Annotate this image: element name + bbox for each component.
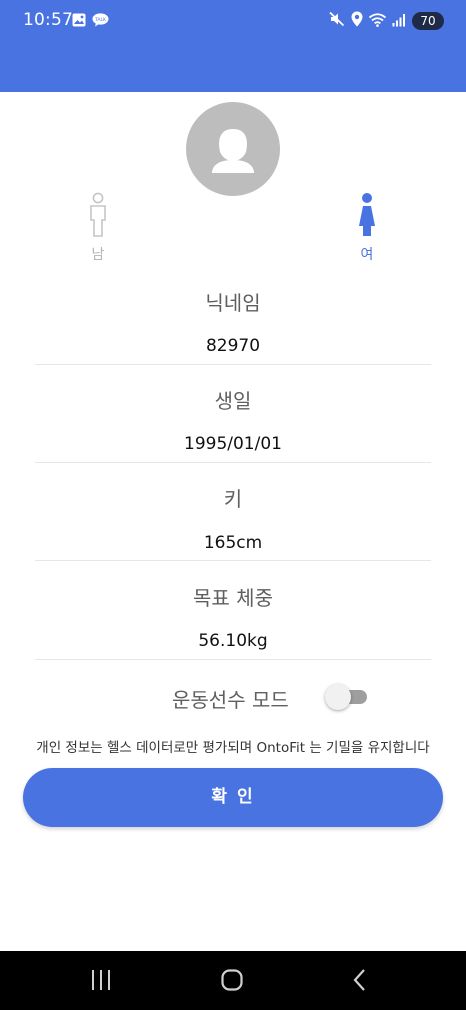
female-avatar-icon xyxy=(212,129,254,173)
birthday-field[interactable]: 1995/01/01 xyxy=(0,434,466,454)
image-icon xyxy=(72,12,86,31)
recent-apps-icon[interactable] xyxy=(90,968,112,996)
wifi-icon xyxy=(368,12,387,31)
status-right-icons: 70 xyxy=(329,11,444,31)
profile-avatar[interactable] xyxy=(186,102,280,196)
nickname-field[interactable]: 82970 xyxy=(0,336,466,356)
athlete-mode-toggle[interactable] xyxy=(325,683,367,711)
target-weight-field[interactable]: 56.10kg xyxy=(0,631,466,651)
nickname-label: 닉네임 xyxy=(205,291,261,315)
height-field[interactable]: 165cm xyxy=(0,533,466,553)
birthday-label: 생일 xyxy=(214,389,252,413)
status-left-icons: TALK xyxy=(72,12,109,31)
height-divider xyxy=(35,560,431,561)
svg-text:TALK: TALK xyxy=(94,17,107,23)
birthday-divider xyxy=(35,462,431,463)
status-time: 10:57 xyxy=(23,10,73,30)
mute-icon xyxy=(329,11,345,31)
gender-male-option[interactable]: 남 xyxy=(78,192,118,264)
confirm-button[interactable]: 확 인 xyxy=(23,768,443,827)
athlete-mode-label: 운동선수 모드 xyxy=(172,688,289,712)
gender-male-label: 남 xyxy=(91,247,105,263)
system-nav-bar xyxy=(0,951,466,1010)
height-label: 키 xyxy=(223,487,243,511)
nickname-divider xyxy=(35,364,431,365)
location-icon xyxy=(351,11,363,31)
home-icon[interactable] xyxy=(220,968,244,996)
female-person-icon xyxy=(359,193,375,236)
app-header: 10:57 TALK 70 xyxy=(0,0,466,92)
male-person-icon xyxy=(90,192,106,237)
target-weight-label: 목표 체중 xyxy=(193,586,273,610)
signal-icon xyxy=(392,12,406,31)
battery-indicator: 70 xyxy=(412,12,444,30)
target-weight-divider xyxy=(35,659,431,660)
status-bar: 10:57 TALK 70 xyxy=(0,0,466,42)
toggle-knob xyxy=(325,684,351,710)
privacy-notice: 개인 정보는 헬스 데이터로만 평가되며 OntoFit 는 기밀을 유지합니다 xyxy=(36,740,430,756)
gender-female-label: 여 xyxy=(360,247,374,263)
talk-icon: TALK xyxy=(92,12,109,31)
gender-female-option[interactable]: 여 xyxy=(347,192,387,264)
back-icon[interactable] xyxy=(352,968,368,996)
